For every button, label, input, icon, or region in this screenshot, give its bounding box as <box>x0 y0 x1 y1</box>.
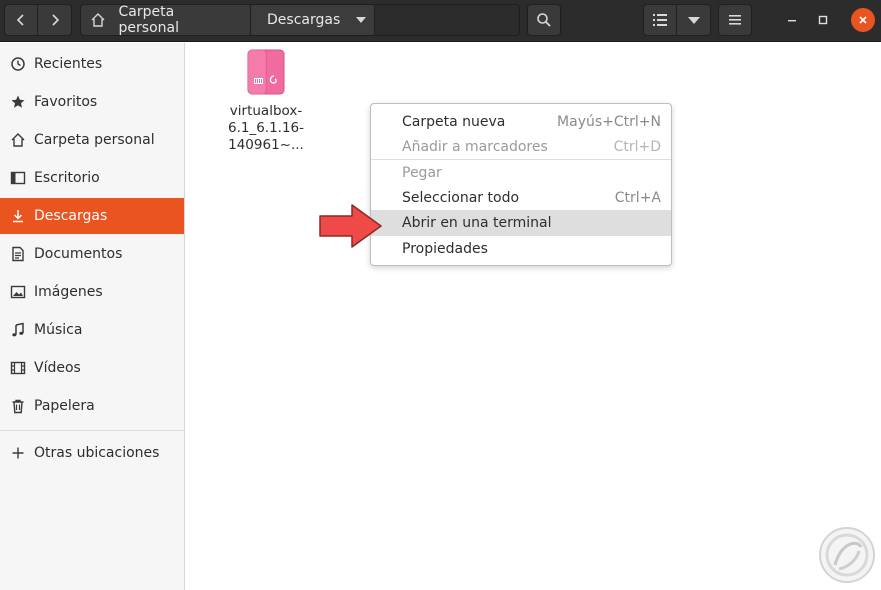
sidebar-item-label: Recientes <box>34 56 103 72</box>
sidebar-item-label: Otras ubicaciones <box>34 445 160 461</box>
main-menu-button[interactable] <box>718 4 752 36</box>
menu-item-accelerator: Ctrl+A <box>614 190 661 206</box>
list-view-icon <box>653 14 667 26</box>
sidebar-item-pictures[interactable]: Imágenes <box>0 274 184 310</box>
sidebar-item-label: Música <box>34 322 83 338</box>
menu-item-label: Propiedades <box>402 241 488 257</box>
sidebar-item-trash[interactable]: Papelera <box>0 388 184 424</box>
sidebar-item-documents[interactable]: Documentos <box>0 236 184 272</box>
sidebar-item-downloads[interactable]: Descargas <box>0 198 184 234</box>
breadcrumb-home[interactable]: Carpeta personal <box>81 4 251 36</box>
search-icon <box>537 13 551 27</box>
header-bar: Carpeta personal Descargas <box>0 0 881 42</box>
path-bar: Carpeta personal Descargas <box>80 4 520 36</box>
navigation-buttons <box>4 4 72 36</box>
sidebar-item-recent[interactable]: Recientes <box>0 46 184 82</box>
breadcrumb-current-label: Descargas <box>267 12 341 28</box>
menu-item-accelerator: Ctrl+D <box>613 139 661 155</box>
minimize-icon <box>788 20 796 22</box>
hamburger-menu-icon <box>729 15 741 25</box>
music-icon <box>10 322 26 338</box>
sidebar-item-desktop[interactable]: Escritorio <box>0 160 184 196</box>
file-name-line: 6.1_6.1.16- <box>227 120 305 136</box>
sidebar-item-label: Descargas <box>34 208 108 224</box>
plus-icon <box>10 445 26 461</box>
annotation-arrow-icon <box>319 204 382 248</box>
sidebar-item-other-locations[interactable]: Otras ubicaciones <box>0 435 184 471</box>
menu-item-label: Abrir en una terminal <box>402 215 552 231</box>
sidebar-item-starred[interactable]: Favoritos <box>0 84 184 120</box>
menu-item-label: Añadir a marcadores <box>402 139 548 155</box>
file-name: virtualbox- 6.1_6.1.16- 140961~... <box>226 103 306 154</box>
sidebar-item-label: Papelera <box>34 398 95 414</box>
sidebar-item-label: Documentos <box>34 246 123 262</box>
search-button[interactable] <box>527 4 561 36</box>
close-button[interactable] <box>851 8 875 32</box>
sidebar-item-home[interactable]: Carpeta personal <box>0 122 184 158</box>
trash-icon <box>10 398 26 414</box>
view-options-button[interactable] <box>677 4 711 36</box>
file-name-line: 140961~... <box>228 137 304 153</box>
close-icon <box>859 16 867 24</box>
sidebar-item-label: Carpeta personal <box>34 132 155 148</box>
clock-icon <box>10 56 26 72</box>
sidebar-item-music[interactable]: Música <box>0 312 184 348</box>
menu-item-accelerator: Mayús+Ctrl+N <box>557 114 661 130</box>
menu-item-open-terminal[interactable]: Abrir en una terminal <box>371 210 671 236</box>
chevron-right-icon <box>51 14 59 26</box>
menu-item-label: Carpeta nueva <box>402 114 506 130</box>
minimize-button[interactable] <box>780 8 804 32</box>
back-button[interactable] <box>4 4 38 36</box>
breadcrumb-current[interactable]: Descargas <box>251 5 375 35</box>
video-icon <box>10 360 26 376</box>
file-item[interactable]: virtualbox- 6.1_6.1.16- 140961~... <box>226 49 306 154</box>
chevron-down-icon <box>687 16 700 24</box>
menu-item-paste: Pegar <box>371 160 671 186</box>
maximize-button[interactable] <box>811 8 835 32</box>
sidebar-separator <box>0 430 184 431</box>
sidebar-item-label: Vídeos <box>34 360 81 376</box>
menu-item-label: Pegar <box>402 165 442 181</box>
path-bar-empty <box>375 5 519 35</box>
chevron-left-icon <box>16 14 24 26</box>
menu-item-new-folder[interactable]: Carpeta nueva Mayús+Ctrl+N <box>371 109 671 135</box>
image-icon <box>10 284 26 300</box>
chevron-down-icon <box>356 17 367 23</box>
menu-item-add-bookmark: Añadir a marcadores Ctrl+D <box>371 134 671 160</box>
list-view-button[interactable] <box>643 4 677 36</box>
file-name-line: virtualbox- <box>229 103 303 119</box>
debian-package-icon <box>247 49 285 95</box>
breadcrumb-home-label: Carpeta personal <box>118 4 179 36</box>
sidebar-item-label: Imágenes <box>34 284 103 300</box>
sidebar-item-videos[interactable]: Vídeos <box>0 350 184 386</box>
sidebar-item-label: Favoritos <box>34 94 98 110</box>
document-icon <box>10 246 26 262</box>
view-buttons <box>643 4 711 36</box>
context-menu: Carpeta nueva Mayús+Ctrl+N Añadir a marc… <box>370 103 672 266</box>
desktop-icon <box>10 170 26 186</box>
places-sidebar: Recientes Favoritos Carpeta personal Esc… <box>0 43 185 590</box>
star-icon <box>10 94 26 110</box>
menu-item-label: Seleccionar todo <box>402 190 520 206</box>
home-icon <box>89 11 107 29</box>
maximize-icon <box>818 15 828 25</box>
forward-button[interactable] <box>38 4 72 36</box>
download-icon <box>10 208 26 224</box>
watermark-logo-icon <box>819 527 875 583</box>
home-icon <box>10 132 26 148</box>
menu-item-properties[interactable]: Propiedades <box>371 236 671 262</box>
sidebar-item-label: Escritorio <box>34 170 100 186</box>
menu-item-select-all[interactable]: Seleccionar todo Ctrl+A <box>371 185 671 211</box>
